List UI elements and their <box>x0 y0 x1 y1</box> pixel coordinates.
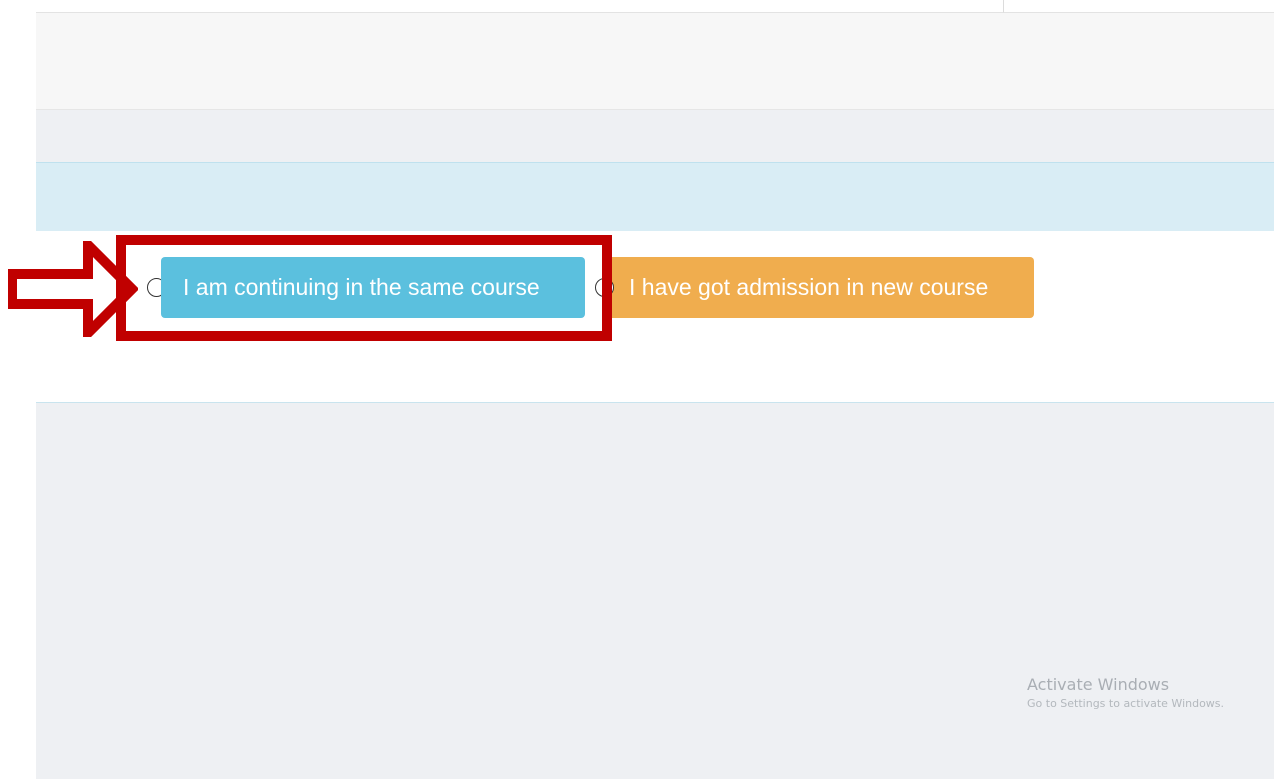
header-band <box>36 13 1274 110</box>
top-tab-edge <box>1003 0 1014 13</box>
right-arrow-icon <box>8 241 138 337</box>
left-gutter <box>0 0 36 779</box>
option-new-admission[interactable]: I have got admission in new course <box>595 257 1034 318</box>
bottom-content-area <box>36 403 1274 779</box>
content-top-band <box>36 110 1274 162</box>
top-strip <box>36 0 1274 13</box>
activate-windows-subtitle: Go to Settings to activate Windows. <box>1027 697 1225 710</box>
info-alert-band <box>36 162 1274 232</box>
annotation-highlight-box <box>116 235 612 341</box>
new-admission-label: I have got admission in new course <box>629 274 989 300</box>
activate-windows-title: Activate Windows <box>1027 675 1170 694</box>
new-admission-button[interactable]: I have got admission in new course <box>605 257 1034 318</box>
